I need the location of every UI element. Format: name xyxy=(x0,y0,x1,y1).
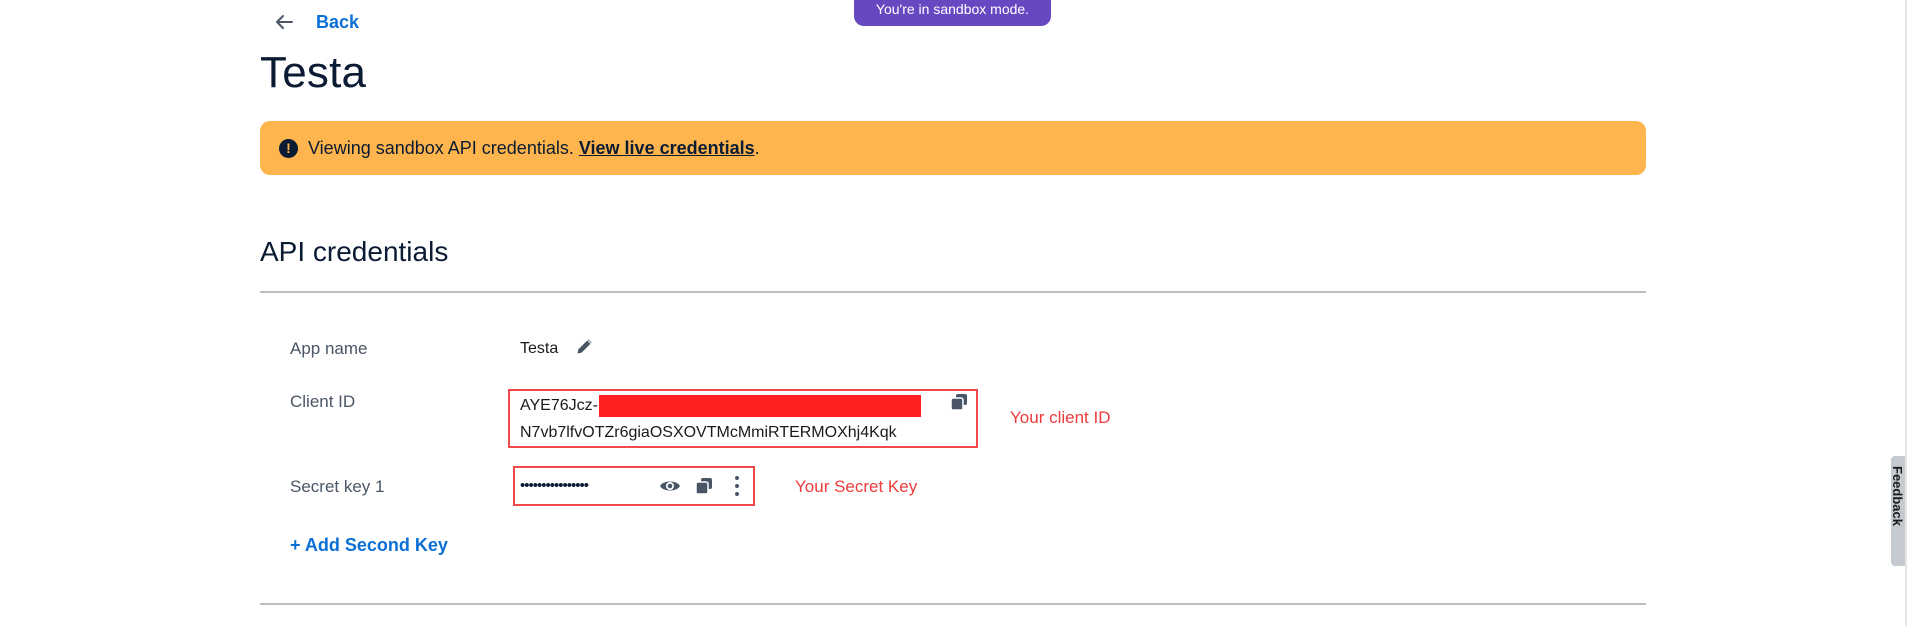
client-id-value: AYE76Jcz- xyxy=(520,395,921,417)
secret-key-label: Secret key 1 xyxy=(290,477,385,496)
pencil-icon[interactable] xyxy=(575,336,595,356)
secret-key-masked-value: •••••••••••••••• xyxy=(520,477,589,494)
exclamation-circle-icon: ! xyxy=(279,138,298,158)
feedback-tab[interactable]: Feedback xyxy=(1891,456,1905,566)
section-title: API credentials xyxy=(260,236,449,267)
add-second-key-button[interactable]: + Add Second Key xyxy=(290,535,448,556)
copy-icon[interactable] xyxy=(950,393,968,411)
client-id-annotation: Your client ID xyxy=(1010,408,1111,427)
feedback-label: Feedback xyxy=(1891,466,1905,526)
sandbox-mode-badge: You're in sandbox mode. xyxy=(854,0,1051,26)
back-label: Back xyxy=(316,11,360,32)
more-vertical-icon[interactable] xyxy=(732,475,742,497)
client-id-prefix: AYE76Jcz- xyxy=(520,397,598,414)
sandbox-warning-banner: ! Viewing sandbox API credentials. View … xyxy=(260,121,1646,175)
secret-key-annotation: Your Secret Key xyxy=(795,477,918,496)
page-title: Testa xyxy=(260,48,367,97)
back-link[interactable]: Back xyxy=(272,10,359,34)
client-id-value-line2: N7vb7lfvOTZr6giaOSXOVTMcMmiRTERMOXhj4Kqk xyxy=(520,424,897,441)
eye-icon[interactable] xyxy=(659,477,681,495)
redaction-bar xyxy=(598,395,921,417)
banner-text: Viewing sandbox API credentials. xyxy=(308,137,574,158)
client-id-label: Client ID xyxy=(290,392,356,411)
app-name-value: Testa xyxy=(520,340,559,357)
bottom-divider xyxy=(260,603,1646,605)
banner-suffix: . xyxy=(754,137,760,158)
app-name-label: App name xyxy=(290,339,368,358)
section-divider xyxy=(260,291,1646,293)
view-live-credentials-link[interactable]: View live credentials xyxy=(579,138,755,159)
arrow-left-icon xyxy=(276,15,293,29)
copy-icon[interactable] xyxy=(695,477,713,495)
